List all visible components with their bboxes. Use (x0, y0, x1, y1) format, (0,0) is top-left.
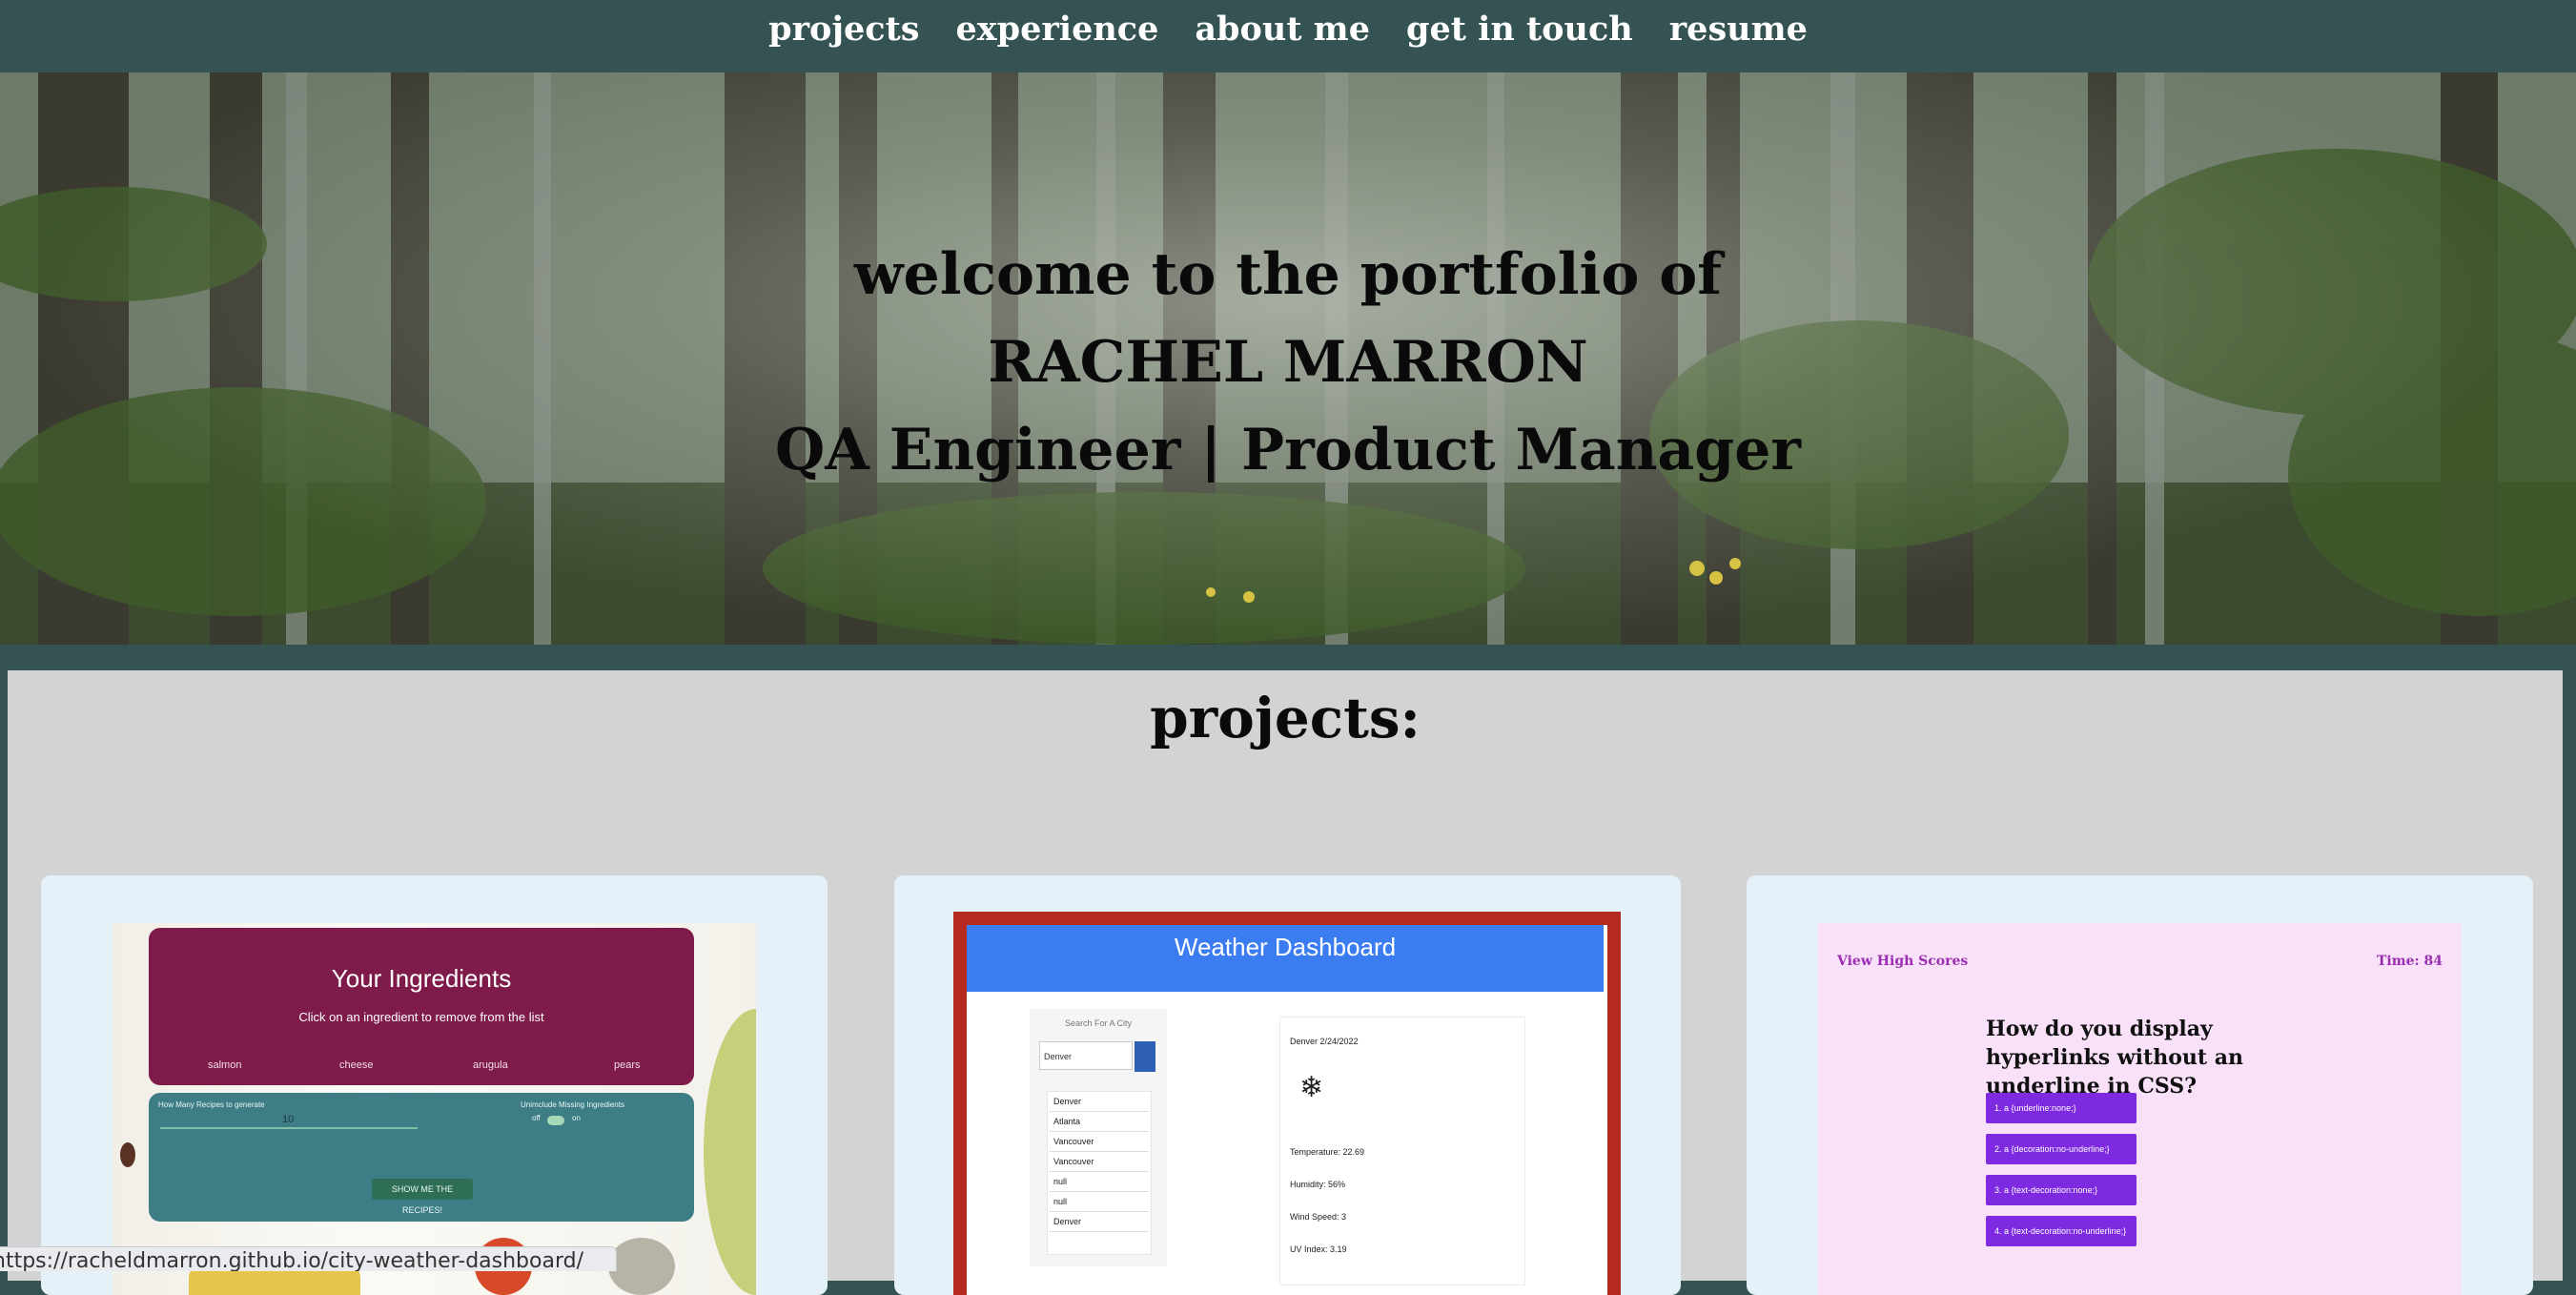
ingredient-item[interactable]: pears (614, 1059, 641, 1071)
history-city-item[interactable]: Vancouver (1050, 1132, 1149, 1152)
link-preview-status-bar: https://racheldmarron.github.io/city-wea… (0, 1246, 617, 1271)
search-history-list: Denver Atlanta Vancouver Vancouver null … (1047, 1091, 1152, 1255)
garlic-decoration (608, 1238, 675, 1295)
nav-link-resume[interactable]: resume (1667, 10, 1809, 49)
recipe-app-screenshot[interactable]: Your Ingredients Click on an ingredient … (112, 923, 756, 1295)
recipe-count-label: How Many Recipes to generate (158, 1100, 265, 1109)
ingredient-item[interactable]: arugula (473, 1059, 508, 1071)
city-search-label: Search For A City (1064, 1018, 1133, 1028)
city-search-button[interactable] (1135, 1041, 1155, 1072)
history-city-item[interactable]: Denver (1050, 1212, 1149, 1232)
ingredients-subheading: Click on an ingredient to remove from th… (298, 1010, 544, 1024)
city-search-input[interactable]: Denver (1039, 1041, 1133, 1070)
weather-dashboard-header: Weather Dashboard (967, 925, 1604, 992)
projects-title: projects: (1150, 686, 1421, 750)
hero-heading: welcome to the portfolio of RACHEL MARRO… (0, 231, 2576, 494)
snowflake-icon: ❄ (1299, 1072, 1324, 1103)
current-uv-index: UV Index: 3.19 (1290, 1244, 1347, 1254)
weather-dashboard-frame: Weather Dashboard Search For A City Denv… (967, 925, 1607, 1295)
nav-link-experience[interactable]: experience (953, 10, 1160, 49)
recipe-count-value: 10 (282, 1114, 295, 1125)
quiz-answer-button[interactable]: 3. a {text-decoration:none;} (1986, 1175, 2136, 1205)
quiz-timer: Time: 84 (2377, 954, 2443, 969)
history-city-item[interactable]: null (1050, 1172, 1149, 1192)
nav-link-get-in-touch[interactable]: get in touch (1404, 10, 1635, 49)
nut-decoration (120, 1142, 135, 1167)
current-weather-card: Denver 2/24/2022 ❄ Temperature: 22.69 Hu… (1279, 1017, 1525, 1285)
ingredients-panel: Your Ingredients Click on an ingredient … (149, 928, 694, 1085)
recipe-count-slider[interactable] (160, 1127, 418, 1129)
hero-role: QA Engineer | Product Manager (775, 417, 1801, 483)
history-city-item[interactable]: Denver (1050, 1092, 1149, 1112)
quiz-answer-button[interactable]: 1. a {underline:none;} (1986, 1093, 2136, 1123)
nav-link-projects[interactable]: projects (767, 10, 921, 49)
ingredient-item[interactable]: salmon (208, 1059, 241, 1071)
quiz-question: How do you display hyperlinks without an… (1986, 1017, 2243, 1099)
ingredients-heading: Your Ingredients (331, 964, 512, 993)
project-card-quiz[interactable]: View High Scores Time: 84 How do you dis… (1747, 875, 2533, 1295)
history-city-item[interactable]: null (1050, 1192, 1149, 1212)
project-card-recipe[interactable]: Your Ingredients Click on an ingredient … (41, 875, 828, 1295)
recipe-options-panel: How Many Recipes to generate 10 Unimclud… (149, 1093, 694, 1222)
projects-section: projects: Your Ingredients Click on an i… (8, 670, 2563, 1295)
view-high-scores-link[interactable]: View High Scores (1837, 954, 1968, 969)
hero-welcome-line: welcome to the portfolio of (853, 241, 1723, 308)
current-wind-speed: Wind Speed: 3 (1290, 1212, 1347, 1222)
project-card-weather[interactable]: Weather Dashboard Search For A City Denv… (894, 875, 1681, 1295)
quiz-answer-button[interactable]: 4. a {text-decoration:no-underline;} (1986, 1216, 2136, 1246)
show-recipes-button[interactable]: SHOW ME THE RECIPES! (372, 1179, 473, 1215)
missing-ingredients-toggle[interactable] (547, 1116, 564, 1125)
hero-name: RACHEL MARRON (988, 329, 1588, 396)
current-humidity: Humidity: 56% (1290, 1180, 1346, 1189)
missing-ingredients-label: Unimclude Missing Ingredients (521, 1100, 624, 1109)
history-city-item[interactable]: Atlanta (1050, 1112, 1149, 1132)
hero-banner: welcome to the portfolio of RACHEL MARRO… (0, 72, 2576, 645)
ingredient-item[interactable]: cheese (339, 1059, 373, 1071)
code-quiz-screenshot[interactable]: View High Scores Time: 84 How do you dis… (1818, 923, 2462, 1295)
current-temperature: Temperature: 22.69 (1290, 1147, 1365, 1157)
avocado-decoration (704, 1009, 756, 1295)
toggle-on-label: on (572, 1114, 581, 1122)
current-weather-date: Denver 2/24/2022 (1290, 1037, 1359, 1046)
quiz-answer-button[interactable]: 2. a {decoration:no-underline;} (1986, 1134, 2136, 1164)
weather-dashboard-screenshot[interactable]: Weather Dashboard Search For A City Denv… (953, 912, 1621, 1295)
nav-link-about-me[interactable]: about me (1193, 10, 1372, 49)
top-nav: projects experience about me get in touc… (0, 0, 2576, 72)
history-city-item[interactable]: Vancouver (1050, 1152, 1149, 1172)
toggle-off-label: off (532, 1114, 541, 1122)
city-search-panel: Search For A City Denver Denver Atlanta … (1030, 1009, 1167, 1266)
